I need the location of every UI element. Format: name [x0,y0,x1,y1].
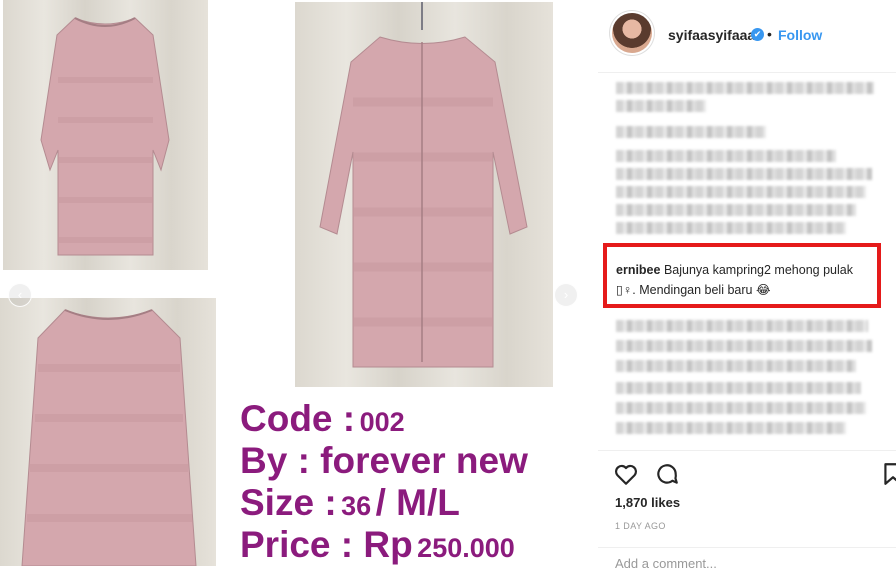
avatar[interactable] [612,13,652,53]
chevron-right-icon: › [563,287,569,302]
verified-badge-icon: ✔ [751,28,764,41]
add-comment-input[interactable]: Add a comment... [615,556,717,571]
username-link[interactable]: syifaasyifaaa [668,27,755,43]
separator-dot: • [767,26,772,42]
comment-text-line-2: ▯♀. Mendingan beli baru 😂 [616,283,771,297]
comment-text: Bajunya kampring2 mehong pulak [663,263,853,277]
product-price-line: Price : Rp 250.000 [240,524,590,566]
product-size-line: Size : 36 / M/L [240,482,590,524]
product-size-suffix: / M/L [375,482,460,523]
product-code-label: Code : [240,398,356,439]
comment-username-link[interactable]: ernibee [616,263,660,277]
comment-line-1: ernibee Bajunya kampring2 mehong pulak [616,260,888,280]
product-brand-label: By : forever new [240,440,528,481]
add-comment-bar: Add a comment... [598,547,896,571]
dress-back-drawing [319,2,528,368]
heart-icon[interactable] [613,461,639,487]
product-code-line: Code : 002 [240,398,590,440]
carousel-next-button[interactable]: › [554,283,578,307]
product-price-label: Price : Rp [240,524,413,565]
carousel-prev-button[interactable]: ‹ [8,283,32,307]
product-code-value: 002 [359,407,405,437]
follow-button[interactable]: Follow [778,27,822,43]
dress-closeup-drawing [21,309,197,566]
dress-photo-front [3,0,208,270]
product-brand-line: By : forever new [240,440,590,482]
dress-front-drawing [40,17,170,256]
post-header: syifaasyifaaa ✔ • Follow [598,0,896,73]
post-actions: 1,870 likes 1 DAY AGO Add a comment... [598,450,896,571]
comment-icon[interactable] [654,461,680,487]
product-size-value: 36 [341,491,372,521]
post-timestamp[interactable]: 1 DAY AGO [615,521,666,531]
bookmark-icon[interactable] [880,461,896,487]
chevron-left-icon: ‹ [17,287,23,302]
likes-count[interactable]: 1,870 likes [615,495,680,510]
product-price-value: 250.000 [417,533,515,563]
product-info: Code : 002 By : forever new Size : 36 / … [240,398,590,566]
dress-photo-closeup [0,298,216,566]
product-size-label: Size : [240,482,337,523]
post-sidebar: syifaasyifaaa ✔ • Follow ernibee Bajunya… [598,0,896,571]
dress-photo-back [295,2,553,387]
post-image-area: ‹ › Code : 002 By : forever new Size : 3… [0,0,598,566]
highlighted-comment: ernibee Bajunya kampring2 mehong pulak ▯… [616,260,888,300]
